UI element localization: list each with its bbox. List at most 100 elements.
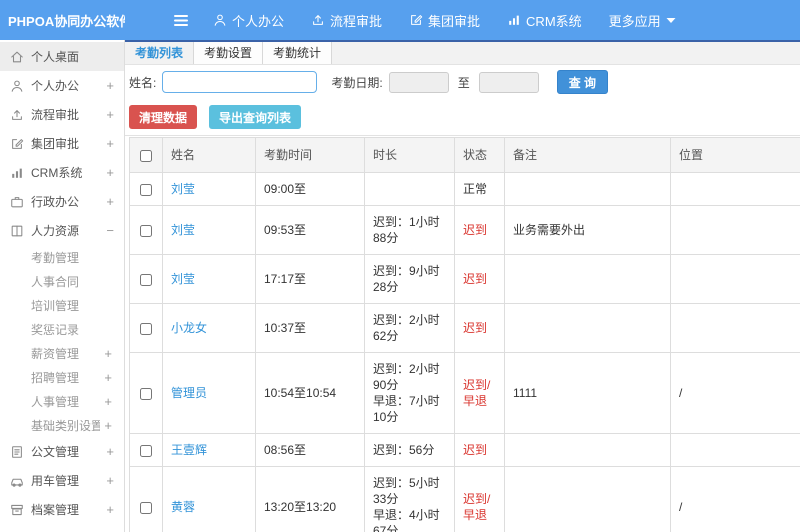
row-select-cell	[129, 205, 163, 255]
attendance-table-wrap: 姓名 考勤时间 时长 状态 备注 位置 刘莹 09:00至 正常 刘莹 09:53至 迟到…	[125, 136, 800, 532]
duration-line: 迟到：5小时33分	[373, 476, 440, 506]
sidebar-item-human-resources[interactable]: 人力资源 −	[0, 216, 124, 245]
col-header-status: 状态	[454, 137, 505, 173]
sidebar-item-label: CRM系统	[31, 166, 83, 180]
sidebar-item-personal-desktop[interactable]: 个人桌面	[0, 42, 124, 71]
row-checkbox[interactable]	[140, 183, 152, 196]
employee-name-link[interactable]: 刘莹	[171, 223, 195, 237]
sidebar-subitem-basic-category-settings[interactable]: 基础类别设置 +	[0, 413, 124, 437]
name-cell: 黄蓉	[162, 466, 256, 532]
sidebar-subitem-reward-punishment-records[interactable]: 奖惩记录	[0, 317, 124, 341]
employee-name-link[interactable]: 刘莹	[171, 182, 195, 196]
expand-plus-icon[interactable]: +	[106, 473, 114, 488]
table-header-row: 姓名 考勤时间 时长 状态 备注 位置	[129, 137, 800, 173]
clear-data-button[interactable]: 清理数据	[129, 105, 198, 129]
expand-plus-icon[interactable]: +	[106, 444, 114, 459]
duration-cell: 迟到：56分	[364, 433, 455, 467]
nav-item-personal-office[interactable]: 个人办公	[213, 11, 284, 30]
hamburger-menu-icon[interactable]	[173, 14, 189, 27]
sidebar-subitem-personnel-management[interactable]: 人事管理 +	[0, 389, 124, 413]
duration-line: 迟到：2小时62分	[373, 313, 440, 343]
row-select-cell	[129, 172, 163, 206]
nav-item-label: 流程审批	[330, 13, 383, 29]
expand-plus-icon[interactable]: +	[106, 165, 114, 180]
main-content: 考勤列表 考勤设置 考勤统计 姓名: 考勤日期: 至 查 询 清理数据 导出查询列表	[125, 40, 800, 532]
attendance-time-cell: 13:20至13:20	[255, 466, 365, 532]
name-cell: 刘莹	[162, 205, 256, 255]
date-from-input[interactable]	[388, 71, 449, 93]
date-to-input[interactable]	[478, 71, 539, 93]
tab-attendance-settings[interactable]: 考勤设置	[194, 42, 264, 64]
expand-plus-icon[interactable]: +	[106, 78, 114, 93]
name-cell: 刘莹	[162, 172, 256, 206]
sidebar-item-archive-management[interactable]: 档案管理 +	[0, 495, 124, 524]
status-badge: 迟到/早退	[463, 492, 491, 522]
expand-plus-icon[interactable]: +	[106, 502, 114, 517]
sidebar-item-label: 集团审批	[31, 137, 80, 151]
nav-item-crm-system[interactable]: CRM系统	[507, 11, 582, 30]
expand-plus-icon[interactable]: +	[104, 418, 112, 433]
row-checkbox[interactable]	[140, 273, 152, 286]
sidebar-item-document-management[interactable]: 公文管理 +	[0, 437, 124, 466]
book-icon	[9, 224, 24, 238]
sidebar-item-admin-office[interactable]: 行政办公 +	[0, 187, 124, 216]
sidebar-item-personal-office[interactable]: 个人办公 +	[0, 71, 124, 100]
nav-item-workflow-approval[interactable]: 流程审批	[311, 11, 382, 30]
row-checkbox[interactable]	[140, 224, 152, 237]
tab-attendance-statistics[interactable]: 考勤统计	[263, 42, 333, 64]
employee-name-link[interactable]: 小龙女	[171, 321, 207, 335]
employee-name-link[interactable]: 黄蓉	[171, 500, 195, 514]
row-checkbox[interactable]	[140, 501, 152, 514]
sidebar-subitem-hr-contract[interactable]: 人事合同	[0, 269, 124, 293]
table-row: 管理员 10:54至10:54 迟到：2小时90分 早退：7小时10分 迟到/早退 111…	[129, 352, 800, 434]
employee-name-link[interactable]: 管理员	[171, 386, 207, 400]
sidebar-item-group-approval[interactable]: 集团审批 +	[0, 129, 124, 158]
sidebar-item-vehicle-management[interactable]: 用车管理 +	[0, 466, 124, 495]
select-all-checkbox[interactable]	[140, 149, 152, 162]
collapse-minus-icon[interactable]: −	[106, 223, 114, 238]
duration-line: 迟到：9小时28分	[373, 264, 440, 294]
status-badge: 正常	[463, 182, 488, 196]
search-button[interactable]: 查 询	[556, 70, 609, 94]
attendance-table-body: 刘莹 09:00至 正常 刘莹 09:53至 迟到：1小时88分 迟到 业务需要外出 刘莹 17:…	[129, 172, 800, 532]
expand-plus-icon[interactable]: +	[106, 194, 114, 209]
tab-attendance-list[interactable]: 考勤列表	[125, 42, 195, 64]
expand-plus-icon[interactable]: +	[104, 394, 112, 409]
nav-item-group-approval[interactable]: 集团审批	[409, 11, 480, 30]
sidebar-item-workflow-approval[interactable]: 流程审批 +	[0, 100, 124, 129]
nav-item-more-apps[interactable]: 更多应用	[609, 11, 676, 30]
expand-plus-icon[interactable]: +	[104, 346, 112, 361]
sidebar-subitem-salary-management[interactable]: 薪资管理 +	[0, 341, 124, 365]
sidebar-subitem-training-management[interactable]: 培训管理	[0, 293, 124, 317]
col-header-name: 姓名	[162, 137, 256, 173]
sidebar-subitem-attendance-management[interactable]: 考勤管理	[0, 245, 124, 269]
table-row: 刘莹 09:00至 正常	[129, 172, 800, 206]
edit-icon	[409, 13, 423, 27]
employee-name-link[interactable]: 王壹辉	[171, 443, 207, 457]
sidebar-item-label: 行政办公	[31, 195, 80, 209]
status-cell: 迟到/早退	[454, 466, 505, 532]
expand-plus-icon[interactable]: +	[106, 136, 114, 151]
row-checkbox[interactable]	[140, 387, 152, 400]
location-cell	[670, 172, 800, 206]
row-checkbox[interactable]	[140, 322, 152, 335]
row-checkbox[interactable]	[140, 444, 152, 457]
sidebar-item-project-management[interactable]: 项目管理+	[0, 524, 124, 532]
sidebar-item-crm-system[interactable]: CRM系统 +	[0, 158, 124, 187]
row-select-cell	[129, 466, 163, 532]
col-header-note: 备注	[504, 137, 671, 173]
attendance-time-cell: 09:53至	[255, 205, 365, 255]
status-cell: 迟到/早退	[454, 352, 505, 434]
status-badge: 迟到	[463, 321, 488, 335]
expand-plus-icon[interactable]: +	[104, 370, 112, 385]
user-icon	[213, 13, 227, 27]
export-list-button[interactable]: 导出查询列表	[209, 105, 302, 129]
name-filter-input[interactable]	[162, 71, 318, 93]
expand-plus-icon[interactable]: +	[106, 107, 114, 122]
sidebar-subitem-label: 奖惩记录	[31, 322, 80, 337]
nav-item-label: 更多应用	[608, 13, 661, 29]
sidebar-subitem-recruitment-management[interactable]: 招聘管理 +	[0, 365, 124, 389]
duration-cell	[364, 172, 455, 206]
employee-name-link[interactable]: 刘莹	[171, 272, 195, 286]
flow-icon	[311, 13, 325, 27]
